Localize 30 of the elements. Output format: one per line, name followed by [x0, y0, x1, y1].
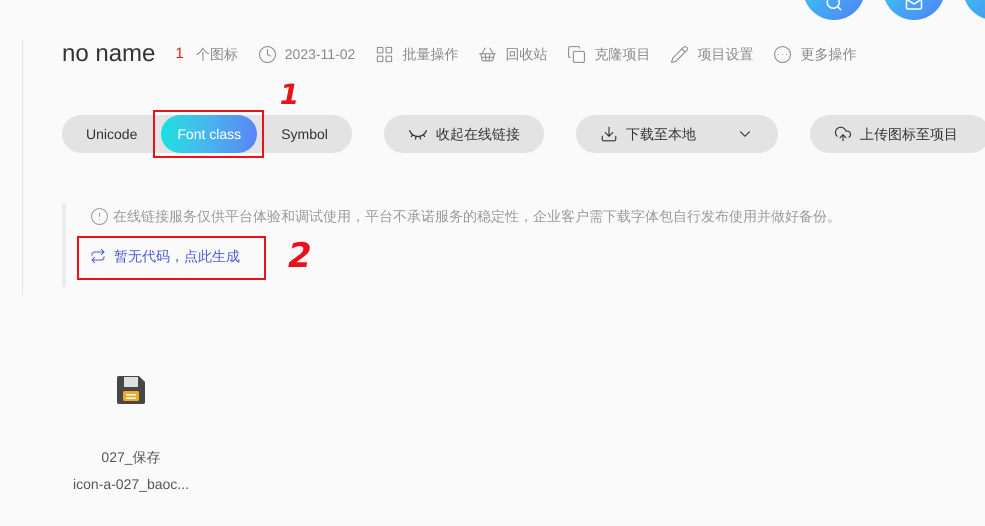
icon-count: 1 — [175, 44, 184, 64]
clock-icon — [258, 44, 277, 64]
format-tab[interactable]: Symbol — [257, 115, 352, 153]
generate-code-link[interactable]: 暂无代码，点此生成 — [90, 246, 240, 266]
header-action[interactable]: 项目设置 — [670, 44, 754, 64]
cloud-upload-icon — [834, 125, 852, 143]
header-action[interactable]: 回收站 — [478, 44, 548, 64]
date-text: 2023-11-02 — [284, 44, 356, 64]
repeat-icon — [90, 248, 106, 264]
header-action[interactable]: 批量操作 — [375, 44, 458, 64]
grid-icon — [375, 44, 394, 64]
header-action[interactable]: 更多操作 — [773, 44, 856, 64]
notice-text: 在线链接服务仅供平台体验和调试使用，平台不承诺服务的稳定性，企业客户需下载字体包自行发布使用并做好备份。 — [113, 207, 841, 226]
more-icon — [773, 44, 792, 64]
basket-icon — [478, 44, 498, 64]
alert-icon — [90, 207, 109, 226]
download-button[interactable]: 下载至本地 — [576, 115, 778, 153]
collapse-link-button[interactable]: 收起在线链接 — [384, 115, 544, 153]
annotation-number: 2 — [288, 239, 312, 273]
upload-button[interactable]: 上传图标至项目 — [810, 115, 985, 153]
icon-name: 027_保存 — [101, 448, 161, 467]
project-title: no name — [62, 39, 156, 69]
annotation-number: 1 — [280, 76, 300, 112]
download-icon — [600, 125, 618, 143]
header-action[interactable]: 克隆项目 — [567, 44, 650, 64]
icon-count-label: 个图标 — [196, 44, 238, 64]
icon-class-name: icon-a-027_baoc... — [73, 475, 189, 494]
format-tab[interactable]: Unicode — [62, 115, 162, 153]
copy-icon — [567, 44, 586, 64]
pencil-icon — [670, 44, 690, 64]
